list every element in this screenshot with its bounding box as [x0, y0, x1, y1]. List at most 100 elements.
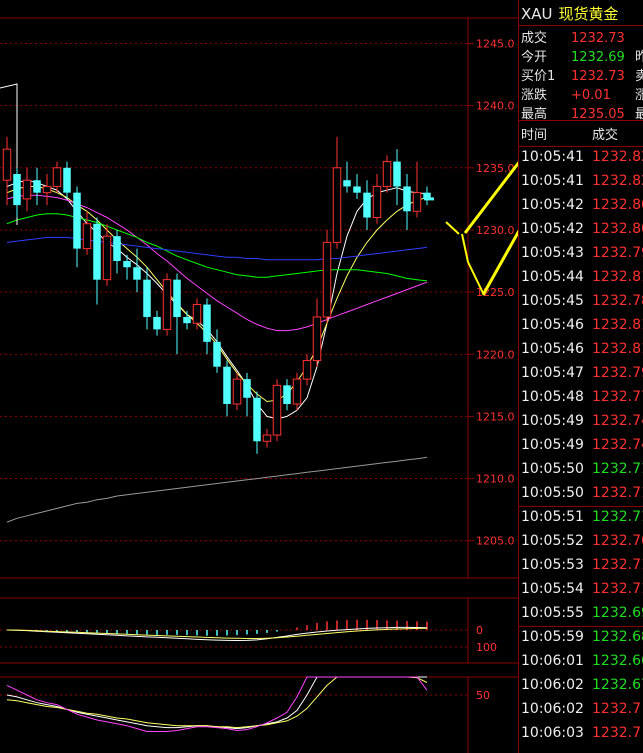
tick-price: 1232.66: [592, 653, 643, 669]
tick-price: 1232.67: [592, 677, 643, 693]
tick-price: 1232.82: [592, 149, 643, 165]
price-tick-label: 1235.0: [476, 162, 515, 175]
quote-divider: [519, 120, 643, 121]
tick-row[interactable]: 10:05:54 1232.71: [521, 581, 643, 605]
chart-area[interactable]: 1245.01240.01235.01230.01225.01220.01215…: [0, 0, 518, 753]
tick-row[interactable]: 10:05:59 1232.68: [521, 629, 643, 653]
quote-label: 今开: [521, 50, 548, 65]
candle-body-up: [322, 241, 332, 318]
tick-row[interactable]: 10:05:42 1232.80: [521, 197, 643, 221]
tick-row[interactable]: 10:06:01 1232.66: [521, 653, 643, 677]
header-divider: [519, 25, 643, 26]
candle-body-down: [223, 366, 231, 404]
candle-body-up: [22, 179, 32, 200]
tick-time: 10:05:51: [521, 509, 584, 525]
candle-body-down: [403, 186, 411, 212]
tick-price: 1232.81: [592, 317, 643, 333]
candle-body-down: [353, 186, 361, 193]
tick-row[interactable]: 10:05:41 1232.82: [521, 149, 643, 173]
tick-time: 10:05:50: [521, 461, 584, 477]
tick-time: 10:05:46: [521, 317, 584, 333]
tick-row[interactable]: 10:05:49 1232.74: [521, 413, 643, 437]
candle-body-down: [63, 167, 71, 193]
tick-price: 1232.74: [592, 437, 643, 453]
candle-body-down: [253, 397, 261, 442]
tick-price: 1232.68: [592, 629, 643, 645]
tick-price: 1232.71: [592, 461, 643, 477]
tick-price: 1232.81: [592, 341, 643, 357]
price-tick-label: 1220.0: [476, 348, 515, 361]
tick-row[interactable]: 10:05:45 1232.78: [521, 293, 643, 317]
candle-body-down: [133, 267, 141, 280]
candle-body-down: [393, 161, 401, 187]
tick-row[interactable]: 10:06:03 1232.7: [521, 725, 641, 749]
candle-body-up: [82, 223, 92, 250]
tick-row[interactable]: 10:05:46 1232.81: [521, 341, 643, 365]
candle-body-down: [153, 316, 161, 330]
candle-body-down: [203, 304, 211, 342]
tick-price: 1232.71: [592, 581, 643, 597]
tick-row[interactable]: 10:05:42 1232.80: [521, 221, 643, 245]
tick-row[interactable]: 10:05:43 1232.79: [521, 245, 643, 269]
tick-price: 1232.80: [592, 197, 643, 213]
tick-group-divider: [519, 626, 643, 627]
candle-body-down: [13, 174, 21, 206]
tick-row[interactable]: 10:06:02 1232.7: [521, 701, 641, 725]
tick-time: 10:05:50: [521, 485, 584, 501]
tick-time: 10:05:48: [521, 389, 584, 405]
tick-price: 1232.69: [592, 605, 643, 621]
tick-price: 1232.81: [592, 269, 643, 285]
tick-price: 1232.70: [592, 533, 643, 549]
price-tick-label: 1205.0: [476, 535, 515, 548]
tick-price: 1232.7: [592, 701, 641, 717]
candle-body-down: [93, 223, 101, 280]
candle-body-up: [262, 434, 272, 442]
candle-body-up: [162, 279, 172, 330]
annotation-arrow-low: [481, 229, 518, 296]
quote-label: 涨跌: [521, 88, 548, 103]
tick-row[interactable]: 10:05:48 1232.77: [521, 389, 643, 413]
tick-row[interactable]: 10:06:02 1232.67: [521, 677, 643, 701]
tick-row[interactable]: 10:05:44 1232.81: [521, 269, 643, 293]
tick-time: 10:06:02: [521, 677, 584, 693]
annotation-tick-2: [461, 233, 469, 263]
tick-row[interactable]: 10:05:49 1232.74: [521, 437, 643, 461]
candle-body-up: [102, 235, 112, 281]
tick-row[interactable]: 10:05:53 1232.71: [521, 557, 643, 581]
macd-zero-label: 0: [476, 624, 483, 637]
tick-time: 10:05:52: [521, 533, 584, 549]
tick-time: 10:05:59: [521, 629, 584, 645]
tick-price: 1232.7: [592, 725, 641, 741]
tick-time: 10:06:01: [521, 653, 584, 669]
candle-body-down: [143, 279, 151, 317]
candle-body-down: [283, 385, 291, 404]
quote-panel: XAU 现货黄金 成交 1232.73 今开 1232.69 昨买价1 1232.73 卖涨跌…: [518, 0, 643, 753]
quote-value: 1232.69: [571, 50, 625, 65]
kdj-tick-label: 50: [476, 689, 490, 702]
price-tick-label: 1230.0: [476, 224, 515, 237]
tick-row[interactable]: 10:05:47 1232.79: [521, 365, 643, 389]
candle-body-down: [73, 192, 81, 249]
tick-time: 10:05:49: [521, 413, 584, 429]
tick-row[interactable]: 10:05:50 1232.71: [521, 461, 643, 485]
tick-row[interactable]: 10:05:51 1232.71: [521, 509, 643, 533]
kdj-d-line: [6, 676, 428, 729]
ticks-header-price: 成交: [592, 128, 619, 143]
tick-price: 1232.80: [592, 221, 643, 237]
candle-body-down: [243, 379, 251, 398]
tick-row[interactable]: 10:05:52 1232.70: [521, 533, 643, 557]
annotation-tick-1: [445, 221, 460, 235]
tick-price: 1232.79: [592, 245, 643, 261]
ma60-line: [6, 236, 428, 261]
tick-price: 1232.79: [592, 365, 643, 381]
tick-row[interactable]: 10:05:41 1232.82: [521, 173, 643, 197]
tick-price: 1232.77: [592, 389, 643, 405]
price-tick-label: 1240.0: [476, 100, 515, 113]
tick-group-divider: [519, 506, 643, 507]
ma_long-line: [6, 456, 428, 523]
price-tick-label: 1215.0: [476, 410, 515, 423]
tick-row[interactable]: 10:05:46 1232.81: [521, 317, 643, 341]
tick-time: 10:05:49: [521, 437, 584, 453]
tick-time: 10:05:42: [521, 197, 584, 213]
quote-value: 1232.73: [571, 31, 625, 46]
